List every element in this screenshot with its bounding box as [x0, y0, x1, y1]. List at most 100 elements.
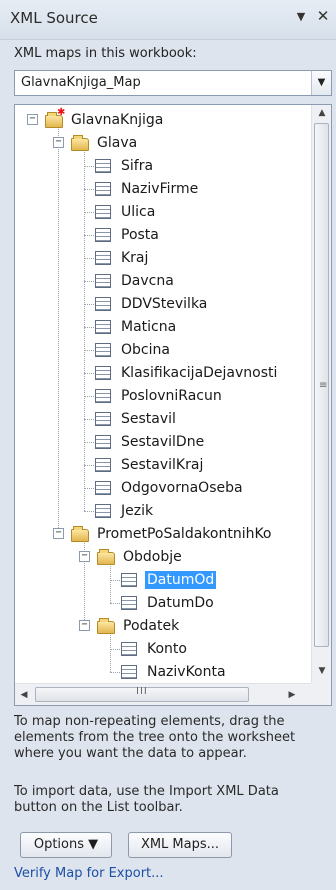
root-star-icon: ✱ [57, 107, 66, 118]
tree-node-label: DatumOd [145, 571, 217, 589]
chevron-down-icon[interactable]: ▼ [311, 71, 331, 95]
tree-element-node[interactable]: PoslovniRacun [15, 385, 311, 407]
tree-element-node[interactable]: Konto [15, 638, 311, 660]
tree-node-label: Davcna [121, 273, 174, 289]
xml-maps-button[interactable]: XML Maps... [128, 832, 232, 858]
xml-map-select[interactable]: GlavnaKnjiga_Map ▼ [14, 70, 332, 96]
pane-options-icon[interactable]: ▼ [292, 10, 310, 23]
tree-element-node[interactable]: NazivFirme [15, 178, 311, 200]
xml-element-icon [95, 320, 111, 334]
tree-element-node[interactable]: Sestavil [15, 408, 311, 430]
tree-folder-node[interactable]: − PrometPoSaldakontnihKo [15, 523, 311, 545]
xml-source-pane: XML Source ▼ ✕ XML maps in this workbook… [0, 0, 336, 890]
tree-node-label: Obdobje [123, 549, 182, 565]
xml-element-icon [95, 274, 111, 288]
xml-element-icon [95, 366, 111, 380]
xml-element-icon [95, 159, 111, 173]
mapping-help-text: To map non-repeating elements, drag the … [14, 714, 330, 762]
scrollbar-corner [311, 683, 331, 705]
tree-node-label: KlasifikacijaDejavnosti [121, 365, 278, 381]
tree-node-label: Ulica [121, 204, 156, 220]
xml-tree-view[interactable]: − ✱ GlavnaKnjiga − Glava Sifra NazivFirme Ulica… [14, 104, 332, 706]
xml-element-icon [95, 251, 111, 265]
tree-node-label: Glava [97, 135, 138, 151]
xml-element-icon [95, 481, 111, 495]
tree-folder-node[interactable]: − ✱ GlavnaKnjiga [15, 107, 311, 131]
collapse-icon[interactable]: − [53, 137, 64, 148]
tree-node-label: SestavilDne [121, 434, 205, 450]
vertical-scroll-thumb[interactable]: ≡ [314, 123, 329, 647]
tree-node-label: NazivFirme [121, 181, 199, 197]
scroll-down-icon[interactable]: ▼ [312, 663, 331, 679]
xml-element-icon [121, 665, 137, 679]
tree-node-label: Konto [147, 641, 187, 657]
tree-element-node[interactable]: Sifra [15, 155, 311, 177]
xml-element-icon [121, 573, 137, 587]
scroll-up-icon[interactable]: ▲ [312, 105, 331, 121]
xml-element-icon [121, 642, 137, 656]
tree-element-node[interactable]: Posta [15, 224, 311, 246]
tree-element-node[interactable]: Obcina [15, 339, 311, 361]
tree-content: − ✱ GlavnaKnjiga − Glava Sifra NazivFirme Ulica… [15, 105, 311, 683]
import-help-text: To import data, use the Import XML Data … [14, 784, 330, 816]
tree-node-label: DatumDo [147, 595, 214, 611]
tree-element-node[interactable]: SestavilKraj [15, 454, 311, 476]
tree-folder-node[interactable]: − Podatek [15, 615, 311, 637]
tree-node-label: DDVStevilka [121, 296, 208, 312]
close-icon[interactable]: ✕ [314, 7, 332, 25]
tree-element-node[interactable]: DDVStevilka [15, 293, 311, 315]
collapse-icon[interactable]: − [79, 551, 90, 562]
tree-node-label: OdgovornaOseba [121, 480, 243, 496]
vertical-scrollbar[interactable]: ▲ ≡ ▼ [311, 105, 331, 683]
horizontal-scrollbar[interactable]: ◀ III ▶ [15, 683, 311, 705]
help-line: where you want the data to appear. [14, 746, 247, 761]
tree-element-node[interactable]: KlasifikacijaDejavnosti [15, 362, 311, 384]
tree-element-node[interactable]: OdgovornaOseba [15, 477, 311, 499]
tree-element-node[interactable]: DatumDo [15, 592, 311, 614]
tree-node-label: PrometPoSaldakontnihKo [97, 526, 272, 542]
horizontal-scroll-thumb[interactable]: III [35, 686, 249, 702]
pane-title-bar: XML Source ▼ ✕ [0, 0, 336, 40]
tree-node-label: NazivKonta [147, 664, 226, 680]
xml-element-icon [95, 504, 111, 518]
xml-element-icon [95, 389, 111, 403]
tree-element-node[interactable]: Jezik [15, 500, 311, 522]
tree-node-label: PoslovniRacun [121, 388, 222, 404]
xml-element-icon [95, 205, 111, 219]
tree-element-node[interactable]: Kraj [15, 247, 311, 269]
xml-element-icon [95, 435, 111, 449]
tree-element-node[interactable]: SestavilDne [15, 431, 311, 453]
folder-open-icon [97, 549, 115, 565]
collapse-icon[interactable]: − [53, 528, 64, 539]
options-button[interactable]: Options ▼ [20, 832, 112, 858]
tree-node-label: Kraj [121, 250, 149, 266]
xml-element-icon [95, 412, 111, 426]
xml-element-icon [95, 182, 111, 196]
verify-map-link[interactable]: Verify Map for Export... [14, 866, 164, 881]
tree-node-label: Maticna [121, 319, 177, 335]
tree-node-label: Sifra [121, 158, 154, 174]
scroll-right-icon[interactable]: ▶ [283, 684, 301, 705]
help-line: elements from the tree onto the workshee… [14, 730, 296, 745]
xml-element-icon [121, 596, 137, 610]
help-line: button on the List toolbar. [14, 800, 183, 815]
tree-node-label: Podatek [123, 618, 180, 634]
repeating-folder-icon [97, 618, 115, 634]
tree-element-node[interactable]: NazivKonta [15, 661, 311, 683]
xml-element-icon [95, 343, 111, 357]
tree-element-node[interactable]: Ulica [15, 201, 311, 223]
tree-element-node[interactable]: DatumOd [15, 569, 311, 591]
xml-element-icon [95, 458, 111, 472]
tree-element-node[interactable]: Davcna [15, 270, 311, 292]
tree-node-label: GlavnaKnjiga [71, 112, 164, 128]
folder-open-icon [71, 135, 89, 151]
xml-map-select-value: GlavnaKnjiga_Map [21, 75, 141, 90]
tree-folder-node[interactable]: − Obdobje [15, 546, 311, 568]
collapse-icon[interactable]: − [27, 114, 38, 125]
collapse-icon[interactable]: − [79, 620, 90, 631]
tree-node-label: Posta [121, 227, 159, 243]
tree-element-node[interactable]: Maticna [15, 316, 311, 338]
scroll-left-icon[interactable]: ◀ [15, 684, 33, 705]
xml-element-icon [95, 228, 111, 242]
tree-folder-node[interactable]: − Glava [15, 132, 311, 154]
